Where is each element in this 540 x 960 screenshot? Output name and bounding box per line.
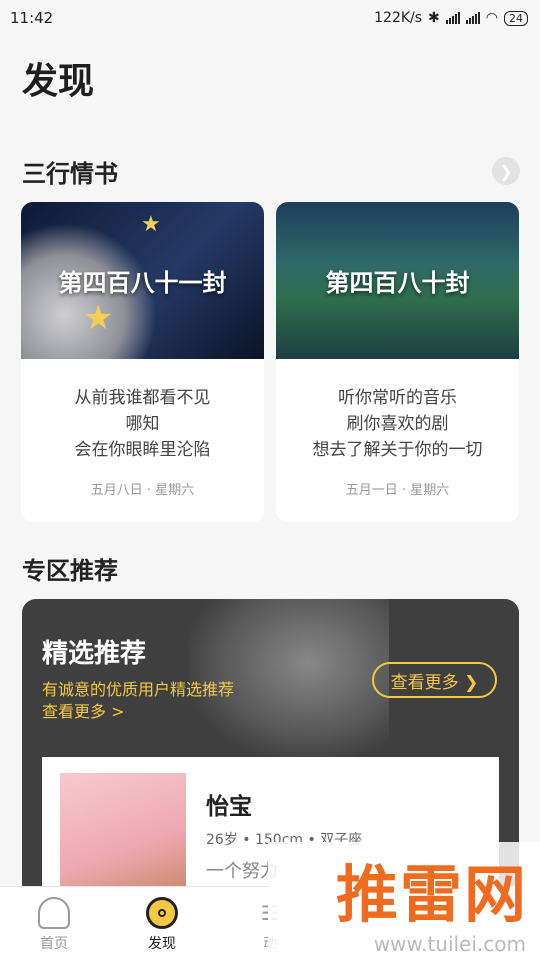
tab-discover[interactable]: 发现 bbox=[108, 887, 216, 960]
network-speed: 122K/s bbox=[374, 10, 423, 26]
signal-icon bbox=[465, 12, 480, 24]
card-line: 听你常听的音乐 bbox=[338, 388, 457, 408]
status-bar: 11:42 122K/s ✱ ◠ 24 bbox=[0, 0, 540, 36]
card-line: 从前我谁都看不见 bbox=[74, 388, 211, 408]
letter-card[interactable]: ★ ★ 第四百八十一封 从前我谁都看不见 哪知 会在你眼眸里沦陷 五月八日 · … bbox=[21, 202, 264, 522]
card-text: 听你常听的音乐 刷你喜欢的剧 想去了解关于你的一切 bbox=[276, 385, 519, 463]
card-image: ★ ★ 第四百八十一封 bbox=[21, 202, 264, 359]
tab-label: 发现 bbox=[148, 936, 176, 952]
watermark: 推雷网 www.tuilei.com bbox=[268, 842, 540, 960]
featured-title: 精选推荐 bbox=[42, 639, 147, 669]
featured-more-link[interactable]: 查看更多 > bbox=[42, 701, 234, 723]
card-date: 五月一日 · 星期六 bbox=[345, 483, 450, 498]
watermark-brand: 推雷网 bbox=[335, 858, 528, 931]
profile-name: 怡宝 bbox=[206, 794, 252, 820]
letter-card[interactable]: 第四百八十封 听你常听的音乐 刷你喜欢的剧 想去了解关于你的一切 五月一日 · … bbox=[276, 202, 519, 522]
home-icon bbox=[38, 897, 70, 929]
star-icon: ★ bbox=[83, 298, 114, 338]
tab-label: 首页 bbox=[40, 936, 68, 952]
watermark-url: www.tuilei.com bbox=[373, 932, 526, 956]
featured-subtitle: 有诚意的优质用户精选推荐 查看更多 > bbox=[42, 679, 234, 723]
card-line: 刷你喜欢的剧 bbox=[346, 414, 449, 434]
featured-subtitle-line: 有诚意的优质用户精选推荐 bbox=[42, 680, 235, 699]
wifi-icon: ◠ bbox=[485, 10, 498, 26]
section-title-zone: 专区推荐 bbox=[22, 557, 118, 585]
star-icon: ★ bbox=[141, 212, 161, 237]
view-more-button[interactable]: 查看更多 ❯ bbox=[372, 662, 497, 698]
profile-photo bbox=[60, 773, 186, 893]
section-title-letters: 三行情书 bbox=[22, 160, 118, 188]
bluetooth-icon: ✱ bbox=[428, 10, 440, 26]
status-icons: 122K/s ✱ ◠ 24 bbox=[374, 10, 528, 26]
page-title: 发现 bbox=[22, 61, 95, 102]
tab-home[interactable]: 首页 bbox=[0, 887, 108, 960]
card-image: 第四百八十封 bbox=[276, 202, 519, 359]
card-image-title: 第四百八十一封 bbox=[58, 269, 227, 297]
discover-icon bbox=[146, 897, 178, 929]
card-text: 从前我谁都看不见 哪知 会在你眼眸里沦陷 bbox=[21, 385, 264, 463]
card-image-title: 第四百八十封 bbox=[325, 269, 470, 297]
battery-icon: 24 bbox=[504, 10, 528, 26]
card-line: 想去了解关于你的一切 bbox=[312, 440, 483, 460]
card-line: 哪知 bbox=[125, 414, 160, 434]
card-line: 会在你眼眸里沦陷 bbox=[74, 440, 211, 460]
card-date: 五月八日 · 星期六 bbox=[90, 483, 195, 498]
chevron-right-icon[interactable]: ❯ bbox=[492, 157, 520, 185]
signal-icon bbox=[445, 12, 460, 24]
clock: 11:42 bbox=[10, 9, 54, 27]
